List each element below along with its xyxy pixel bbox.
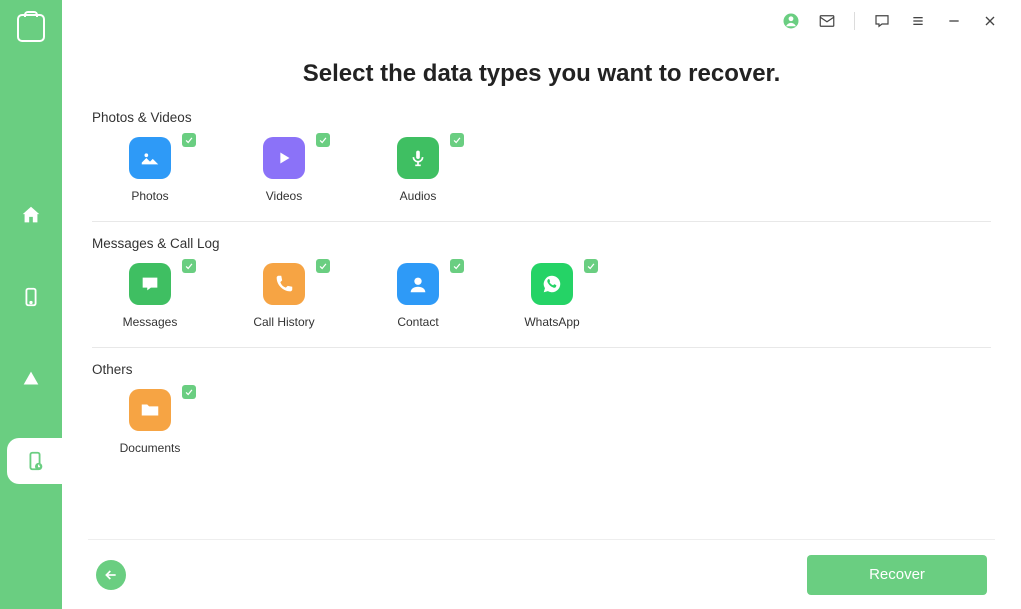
main-panel: Select the data types you want to recove… [62, 0, 1021, 609]
item-label: WhatsApp [524, 315, 579, 329]
phone-device-icon [20, 286, 42, 308]
checkbox-icon [450, 259, 464, 273]
checkbox-icon [182, 385, 196, 399]
sidebar [0, 0, 62, 609]
section-messages-call-log: Messages & Call Log Messages [92, 236, 991, 347]
folder-icon [139, 399, 161, 421]
sidebar-item-cloud[interactable] [0, 356, 62, 402]
divider [92, 347, 991, 348]
checkbox-icon [316, 133, 330, 147]
item-contact[interactable]: Contact [386, 263, 450, 329]
section-title: Photos & Videos [92, 110, 991, 125]
image-icon [139, 147, 161, 169]
item-label: Photos [131, 189, 168, 203]
whatsapp-icon [541, 273, 563, 295]
app-logo [17, 14, 45, 42]
sidebar-item-home[interactable] [0, 192, 62, 238]
section-title: Others [92, 362, 991, 377]
recover-icon [24, 450, 46, 472]
item-whatsapp[interactable]: WhatsApp [520, 263, 584, 329]
checkbox-icon [584, 259, 598, 273]
recover-button[interactable]: Recover [807, 555, 987, 595]
close-icon[interactable] [981, 12, 999, 30]
footer: Recover [88, 539, 995, 609]
message-icon [139, 273, 161, 295]
item-label: Contact [397, 315, 438, 329]
account-icon[interactable] [782, 12, 800, 30]
item-audios[interactable]: Audios [386, 137, 450, 203]
menu-icon[interactable] [909, 12, 927, 30]
minimize-icon[interactable] [945, 12, 963, 30]
item-photos[interactable]: Photos [118, 137, 182, 203]
page-title: Select the data types you want to recove… [92, 60, 991, 88]
item-label: Videos [266, 189, 302, 203]
divider [92, 221, 991, 222]
sidebar-nav [0, 192, 62, 484]
checkbox-icon [182, 133, 196, 147]
item-label: Audios [400, 189, 437, 203]
back-button[interactable] [96, 560, 126, 590]
contact-icon [407, 273, 429, 295]
item-call-history[interactable]: Call History [252, 263, 316, 329]
sections: Photos & Videos Photos [92, 110, 991, 539]
mail-icon[interactable] [818, 12, 836, 30]
arrow-left-icon [103, 567, 119, 583]
checkbox-icon [316, 259, 330, 273]
checkbox-icon [182, 259, 196, 273]
item-messages[interactable]: Messages [118, 263, 182, 329]
chat-icon[interactable] [873, 12, 891, 30]
home-icon [20, 204, 42, 226]
titlebar-divider [854, 12, 855, 30]
checkbox-icon [450, 133, 464, 147]
mic-icon [407, 147, 429, 169]
cloud-icon [20, 368, 42, 390]
item-label: Messages [123, 315, 178, 329]
section-title: Messages & Call Log [92, 236, 991, 251]
item-label: Documents [120, 441, 181, 455]
sidebar-item-phone[interactable] [0, 274, 62, 320]
sidebar-item-recover[interactable] [7, 438, 63, 484]
phone-icon [273, 273, 295, 295]
play-icon [273, 147, 295, 169]
item-documents[interactable]: Documents [118, 389, 182, 455]
item-label: Call History [253, 315, 314, 329]
section-photos-videos: Photos & Videos Photos [92, 110, 991, 221]
section-others: Others Documents [92, 362, 991, 473]
titlebar [782, 0, 1021, 42]
item-videos[interactable]: Videos [252, 137, 316, 203]
